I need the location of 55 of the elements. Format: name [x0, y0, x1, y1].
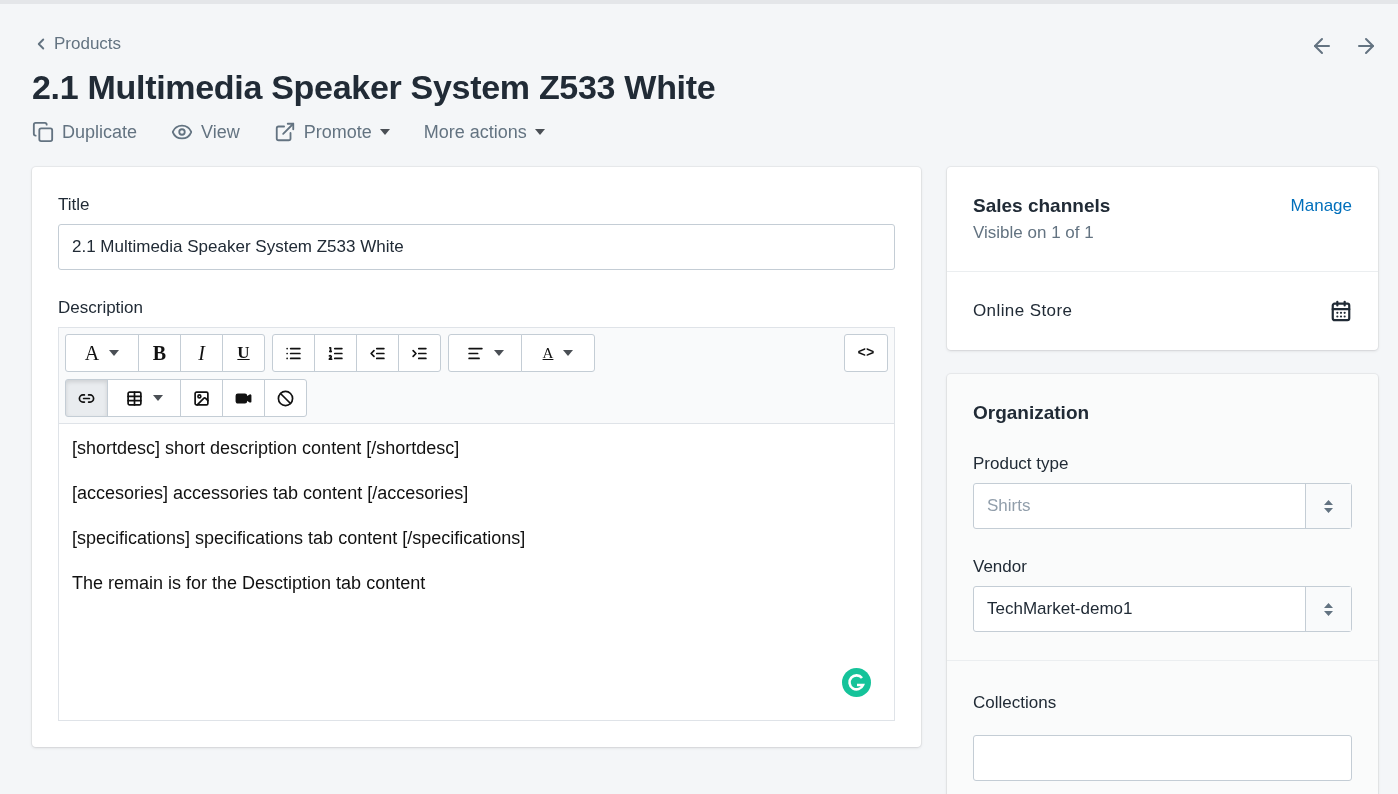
collections-search-field[interactable] — [973, 735, 1352, 781]
manage-link[interactable]: Manage — [1290, 196, 1352, 216]
duplicate-icon — [32, 121, 54, 143]
field-label: Collections — [973, 693, 1058, 713]
toolbar-button[interactable]: A — [521, 334, 595, 372]
back-link[interactable]: Products — [32, 34, 122, 54]
numbered-list-icon — [327, 344, 344, 362]
toolbar-button[interactable] — [107, 379, 181, 417]
action-button[interactable]: View — [171, 121, 240, 143]
toolbar-button[interactable] — [264, 379, 307, 417]
toolbar-button[interactable]: I — [180, 334, 223, 372]
caret-icon — [109, 350, 120, 356]
caret-icon — [534, 129, 545, 135]
description-paragraph: The remain is for the Desctiption tab content — [72, 573, 427, 594]
calendar-icon[interactable] — [1330, 300, 1352, 322]
caret-icon — [152, 395, 163, 401]
caret-icon — [563, 350, 574, 356]
caret-icon — [379, 129, 390, 135]
toolbar-button[interactable] — [180, 379, 223, 417]
card-title: Sales channels — [973, 195, 1111, 217]
toolbar-button[interactable] — [65, 379, 108, 417]
card-title: Organization — [973, 402, 1091, 424]
action-button[interactable]: Promote — [273, 121, 390, 143]
field-label: Product type — [973, 454, 1070, 474]
title-input[interactable]: 2.1 Multimedia Speaker System Z533 White — [58, 224, 895, 270]
description-paragraph: [shortdesc] short description content [/shortdesc] — [72, 438, 461, 459]
description-paragraph: [specifications] specifications tab content [/specifications] — [72, 528, 527, 549]
field-label: Vendor — [973, 557, 1028, 577]
action-button[interactable]: Duplicate — [32, 121, 138, 143]
prohibited-icon — [277, 389, 294, 407]
grammar-checker-icon[interactable] — [842, 668, 871, 697]
action-button[interactable]: More actions — [423, 121, 545, 143]
toolbar-button[interactable]: B — [138, 334, 181, 372]
toolbar-button[interactable] — [272, 334, 315, 372]
vendor-select[interactable]: TechMarket-demo1 — [973, 586, 1352, 632]
toolbar-button[interactable] — [448, 334, 522, 372]
toolbar-button[interactable] — [314, 334, 357, 372]
description-paragraph: [accesories] accessories tab content [/accesories] — [72, 483, 470, 504]
up-down-icon — [1324, 602, 1333, 616]
toolbar-button[interactable] — [398, 334, 441, 372]
toolbar-button[interactable]: U — [222, 334, 265, 372]
up-down-icon — [1324, 499, 1333, 513]
caret-icon — [493, 350, 504, 356]
external-link-icon — [273, 121, 296, 143]
channel-name: Online Store — [973, 301, 1073, 321]
source-code-button[interactable]: <> — [844, 334, 888, 372]
visibility-text: Visible on 1 of 1 — [973, 223, 1095, 243]
field-label: Description — [58, 298, 145, 318]
page-title: 2.1 Multimedia Speaker System Z533 White — [32, 68, 717, 107]
toolbar-button[interactable] — [222, 379, 265, 417]
toolbar-button[interactable] — [356, 334, 399, 372]
table-icon — [125, 389, 143, 407]
toolbar-button[interactable]: A — [65, 334, 139, 372]
field-label: Title — [58, 195, 91, 215]
image-icon — [193, 389, 210, 407]
